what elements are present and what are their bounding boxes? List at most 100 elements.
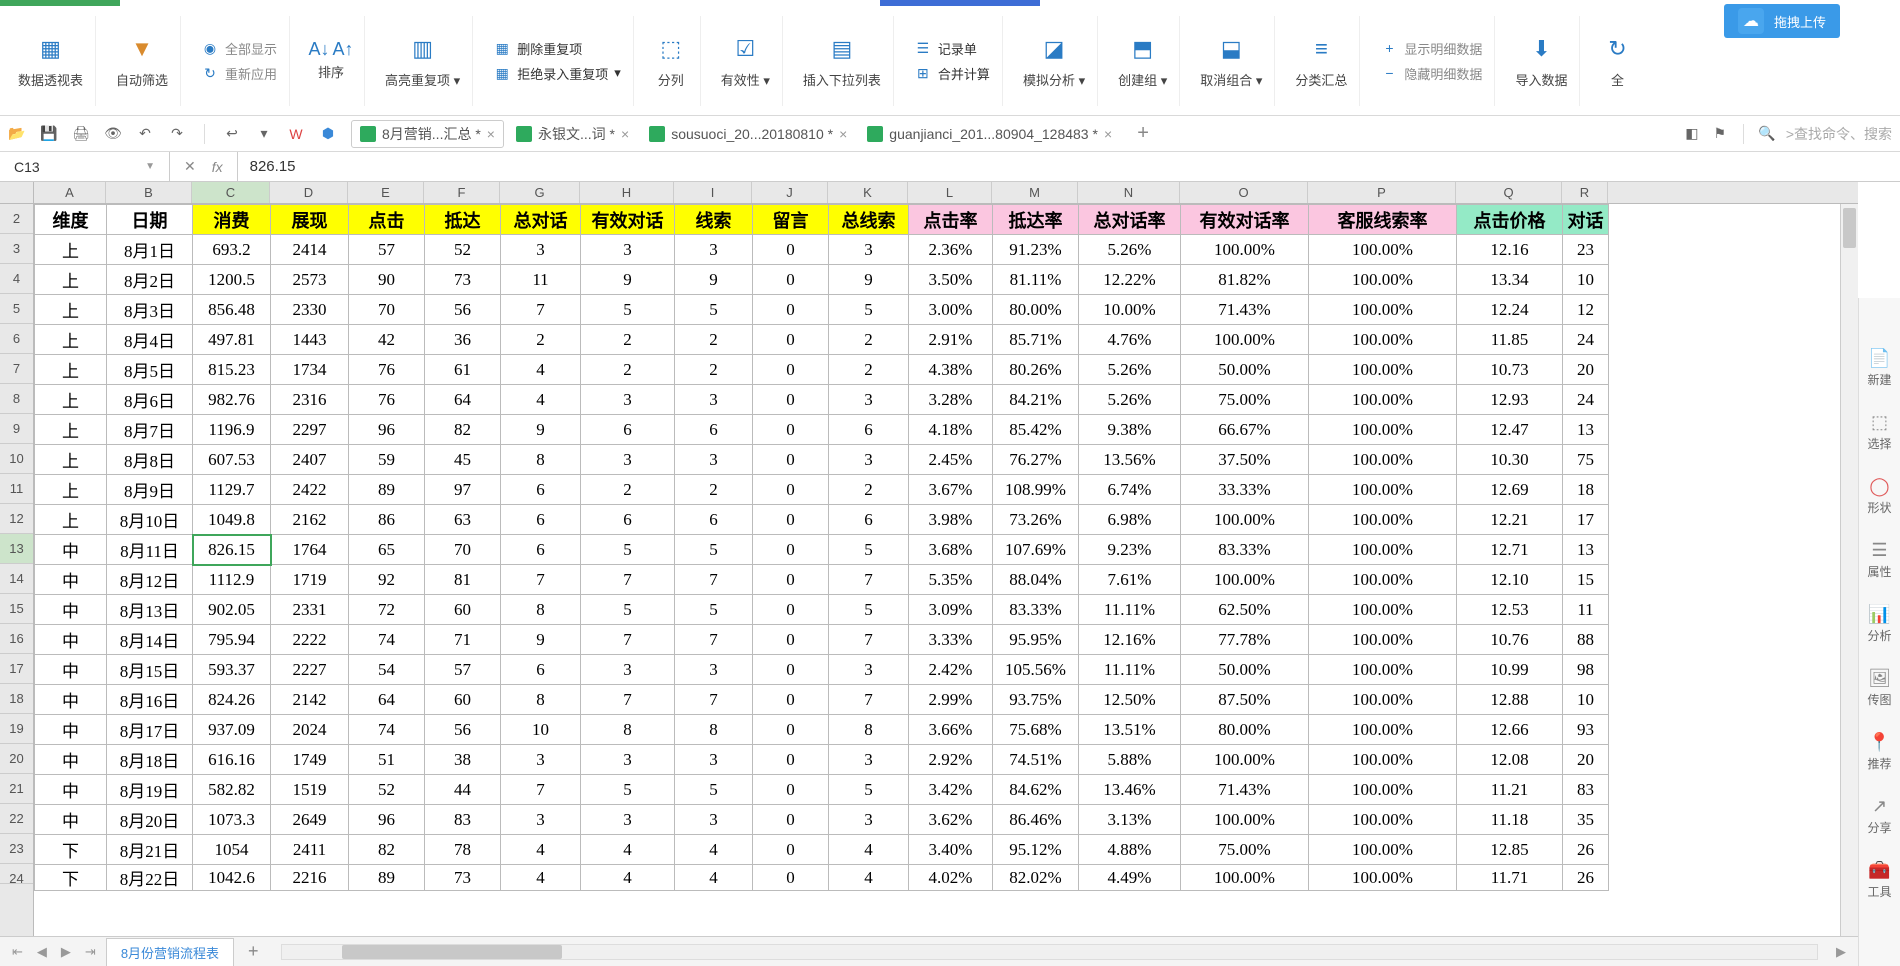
cell[interactable]: 84.21% bbox=[993, 385, 1079, 415]
header-cell[interactable]: 点击率 bbox=[909, 205, 993, 235]
cell[interactable]: 2316 bbox=[271, 385, 349, 415]
cell[interactable]: 35 bbox=[1563, 805, 1609, 835]
cell[interactable]: 0 bbox=[753, 535, 829, 565]
cell[interactable]: 73 bbox=[425, 265, 501, 295]
pivot-group[interactable]: ▦ 数据透视表 bbox=[6, 16, 96, 106]
row-header[interactable]: 17 bbox=[0, 654, 33, 684]
side-select[interactable]: ⬚选择 bbox=[1867, 412, 1891, 452]
cell[interactable]: 80.26% bbox=[993, 355, 1079, 385]
cell[interactable]: 97 bbox=[425, 475, 501, 505]
cell[interactable]: 0 bbox=[753, 715, 829, 745]
cell[interactable]: 5 bbox=[675, 595, 753, 625]
cell[interactable]: 3 bbox=[581, 385, 675, 415]
cell[interactable]: 7 bbox=[581, 685, 675, 715]
cell[interactable]: 中 bbox=[35, 535, 107, 565]
row-header[interactable]: 23 bbox=[0, 834, 33, 864]
cancel-fx-icon[interactable]: ✕ bbox=[184, 158, 196, 175]
cell[interactable]: 105.56% bbox=[993, 655, 1079, 685]
header-cell[interactable]: 点击价格 bbox=[1457, 205, 1563, 235]
row-header[interactable]: 19 bbox=[0, 714, 33, 744]
cell[interactable]: 3 bbox=[675, 235, 753, 265]
cell[interactable]: 693.2 bbox=[193, 235, 271, 265]
cell[interactable]: 0 bbox=[753, 865, 829, 891]
column-header[interactable]: I bbox=[674, 182, 752, 203]
header-cell[interactable]: 点击 bbox=[349, 205, 425, 235]
cell[interactable]: 0 bbox=[753, 355, 829, 385]
cell[interactable]: 上 bbox=[35, 505, 107, 535]
cell[interactable]: 1719 bbox=[271, 565, 349, 595]
row-header[interactable]: 18 bbox=[0, 684, 33, 714]
cell[interactable]: 10.99 bbox=[1457, 655, 1563, 685]
cell[interactable]: 5 bbox=[675, 535, 753, 565]
cell[interactable]: 13.56% bbox=[1079, 445, 1181, 475]
cell[interactable]: 6.74% bbox=[1079, 475, 1181, 505]
cell[interactable]: 75 bbox=[1563, 445, 1609, 475]
cell[interactable]: 100.00% bbox=[1181, 325, 1309, 355]
cell[interactable]: 18 bbox=[1563, 475, 1609, 505]
cell[interactable]: 100.00% bbox=[1181, 505, 1309, 535]
cell[interactable]: 12.16 bbox=[1457, 235, 1563, 265]
cell[interactable]: 3 bbox=[581, 655, 675, 685]
print-icon[interactable]: 🖨 bbox=[72, 125, 90, 143]
cell[interactable]: 5 bbox=[581, 295, 675, 325]
cell[interactable]: 12.47 bbox=[1457, 415, 1563, 445]
cell[interactable]: 2 bbox=[675, 325, 753, 355]
cell[interactable]: 856.48 bbox=[193, 295, 271, 325]
column-header[interactable]: F bbox=[424, 182, 500, 203]
autofilter-group[interactable]: ▼ 自动筛选 bbox=[104, 16, 181, 106]
horizontal-scrollbar[interactable] bbox=[281, 944, 1818, 960]
cell[interactable]: 5 bbox=[829, 535, 909, 565]
cell[interactable]: 12.53 bbox=[1457, 595, 1563, 625]
cell[interactable]: 8月11日 bbox=[107, 535, 193, 565]
cell[interactable]: 上 bbox=[35, 385, 107, 415]
sheet-nav-prev-icon[interactable]: ◀ bbox=[33, 944, 51, 960]
cell[interactable]: 4 bbox=[501, 835, 581, 865]
cell[interactable]: 64 bbox=[425, 385, 501, 415]
cell[interactable]: 45 bbox=[425, 445, 501, 475]
cell[interactable]: 8月17日 bbox=[107, 715, 193, 745]
cell[interactable]: 3.33% bbox=[909, 625, 993, 655]
cell[interactable]: 4 bbox=[581, 835, 675, 865]
cell[interactable]: 12.16% bbox=[1079, 625, 1181, 655]
cell[interactable]: 1764 bbox=[271, 535, 349, 565]
cell[interactable]: 中 bbox=[35, 805, 107, 835]
cell[interactable]: 8月4日 bbox=[107, 325, 193, 355]
cell[interactable]: 83 bbox=[1563, 775, 1609, 805]
cell[interactable]: 100.00% bbox=[1309, 805, 1457, 835]
select-all-corner[interactable] bbox=[0, 182, 34, 204]
cell[interactable]: 17 bbox=[1563, 505, 1609, 535]
cell[interactable]: 中 bbox=[35, 565, 107, 595]
spreadsheet-grid[interactable]: 维度日期消费展现点击抵达总对话有效对话线索留言总线索点击率抵达率总对话率有效对话… bbox=[34, 204, 1609, 891]
header-cell[interactable]: 有效对话率 bbox=[1181, 205, 1309, 235]
cell[interactable]: 2142 bbox=[271, 685, 349, 715]
cell[interactable]: 2 bbox=[581, 475, 675, 505]
cell[interactable]: 2573 bbox=[271, 265, 349, 295]
cell[interactable]: 13.51% bbox=[1079, 715, 1181, 745]
cell[interactable]: 74 bbox=[349, 625, 425, 655]
cell[interactable]: 中 bbox=[35, 715, 107, 745]
cell[interactable]: 100.00% bbox=[1309, 865, 1457, 891]
cell[interactable]: 84.62% bbox=[993, 775, 1079, 805]
header-cell[interactable]: 抵达 bbox=[425, 205, 501, 235]
close-tab-icon[interactable]: × bbox=[621, 126, 629, 142]
header-cell[interactable]: 抵达率 bbox=[993, 205, 1079, 235]
cell[interactable]: 815.23 bbox=[193, 355, 271, 385]
cell[interactable]: 0 bbox=[753, 655, 829, 685]
header-cell[interactable]: 总对话 bbox=[501, 205, 581, 235]
cell[interactable]: 1073.3 bbox=[193, 805, 271, 835]
cell[interactable]: 1129.7 bbox=[193, 475, 271, 505]
header-cell[interactable]: 总对话率 bbox=[1079, 205, 1181, 235]
cell[interactable]: 902.05 bbox=[193, 595, 271, 625]
cell[interactable]: 4 bbox=[829, 835, 909, 865]
cell[interactable]: 72 bbox=[349, 595, 425, 625]
cell[interactable]: 0 bbox=[753, 385, 829, 415]
cell[interactable]: 100.00% bbox=[1309, 655, 1457, 685]
cell[interactable]: 15 bbox=[1563, 565, 1609, 595]
cell[interactable]: 8 bbox=[829, 715, 909, 745]
cell[interactable]: 76 bbox=[349, 385, 425, 415]
cell[interactable]: 3.42% bbox=[909, 775, 993, 805]
column-header[interactable]: M bbox=[992, 182, 1078, 203]
cell[interactable]: 2407 bbox=[271, 445, 349, 475]
row-header[interactable]: 20 bbox=[0, 744, 33, 774]
cell[interactable]: 100.00% bbox=[1181, 865, 1309, 891]
